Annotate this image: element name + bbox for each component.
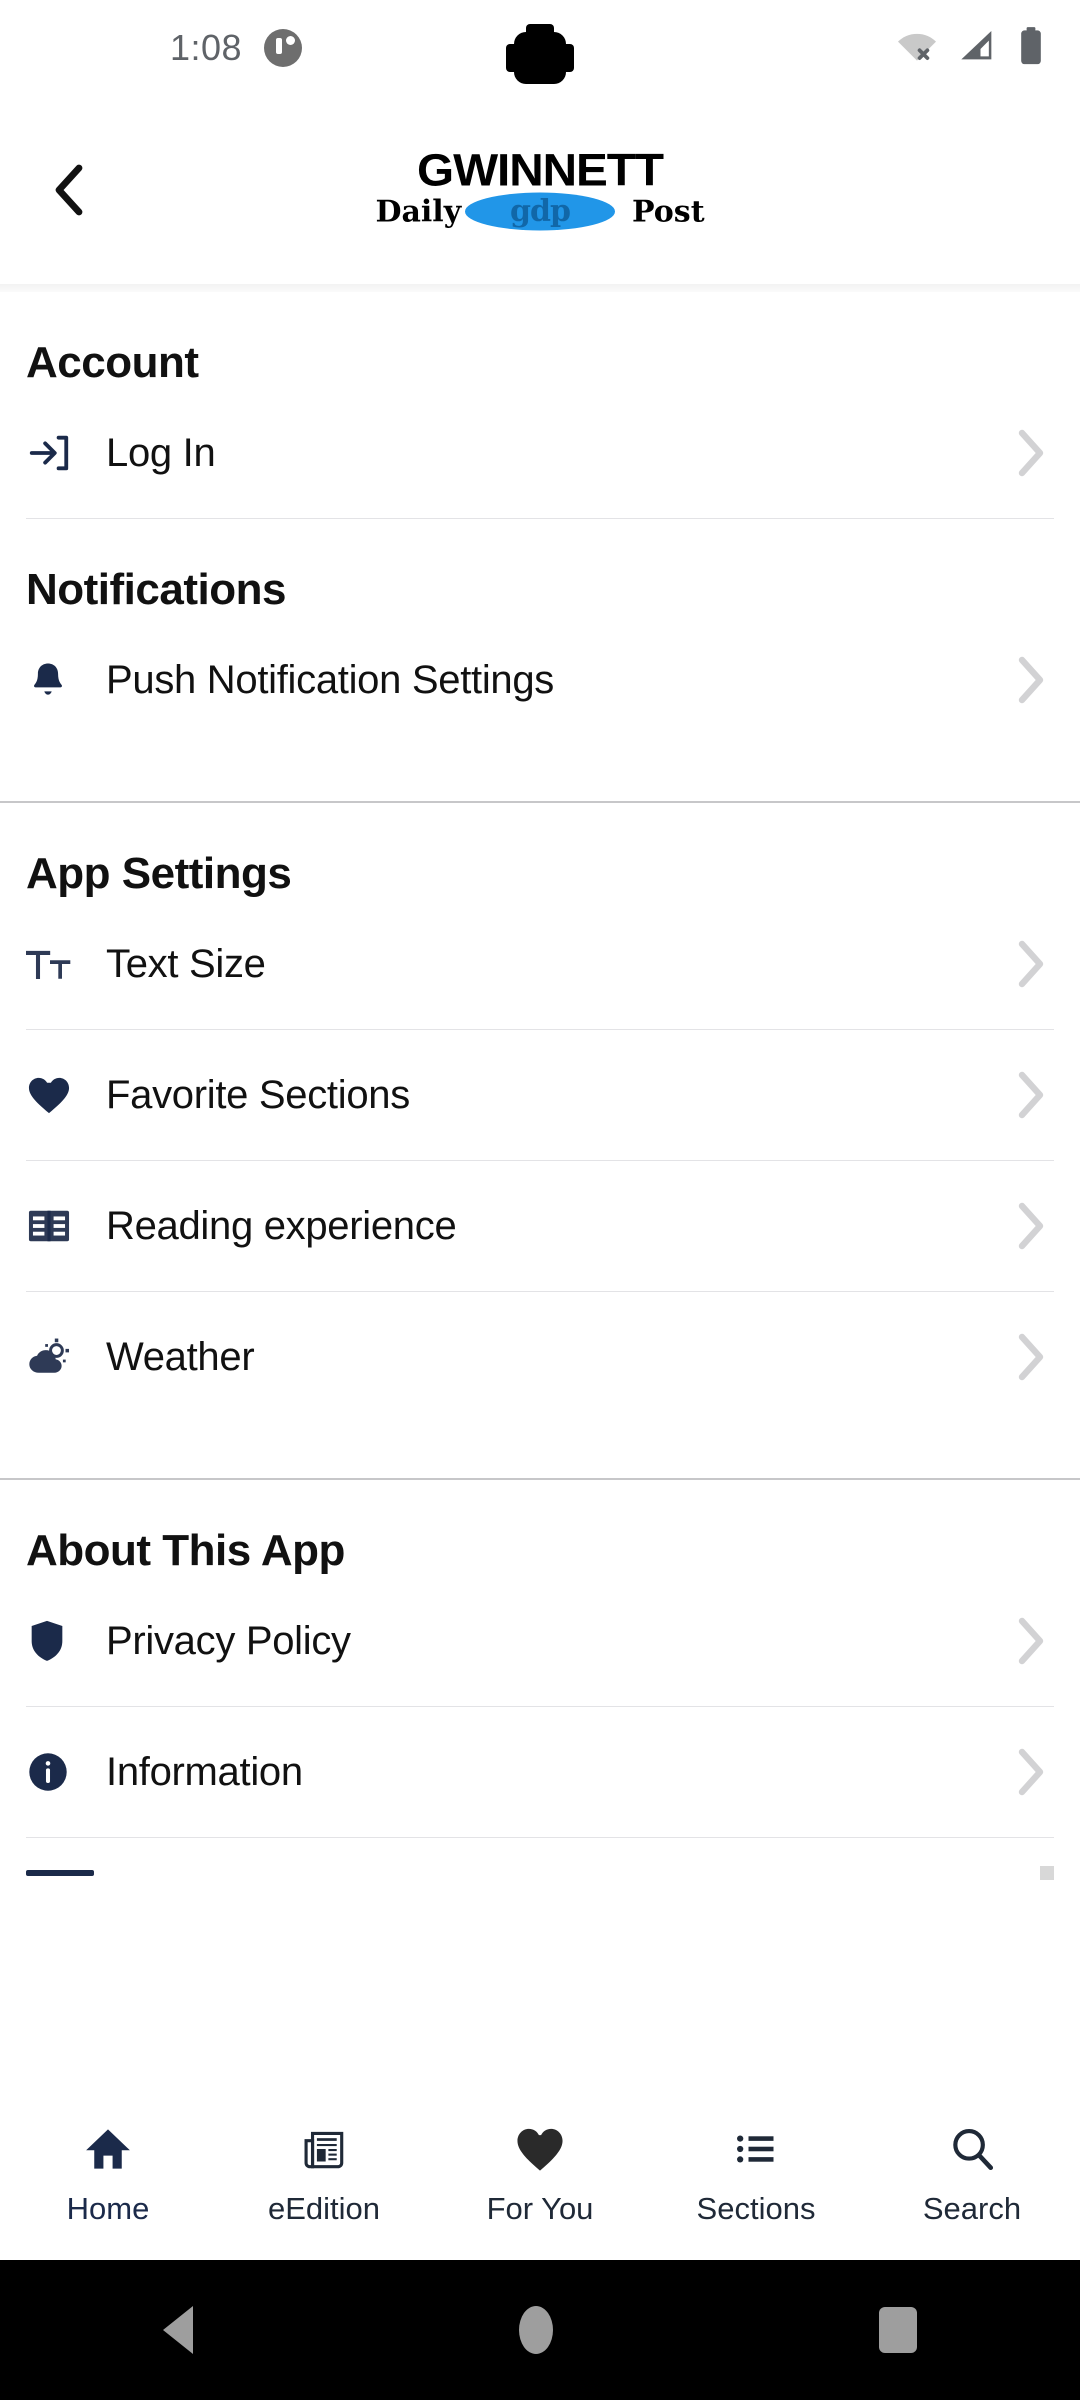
brand-logo[interactable]: GWINNETT Daily Post gdp xyxy=(375,148,705,233)
brand-logo-badge-text: gdp xyxy=(510,194,571,229)
brand-logo-script-left: Daily xyxy=(375,194,462,229)
settings-row-text-size[interactable]: Text Size xyxy=(26,899,1054,1029)
settings-row-label: Push Notification Settings xyxy=(106,657,555,702)
settings-row-partial[interactable] xyxy=(26,1838,1054,1908)
info-circle-icon xyxy=(26,1750,88,1794)
tab-label: Sections xyxy=(696,2191,816,2226)
bell-icon xyxy=(26,658,88,702)
heart-icon xyxy=(26,1074,88,1116)
settings-row-label: Reading experience xyxy=(106,1203,457,1248)
bottom-tab-bar: Home eEdition For You Sections Search xyxy=(0,2108,1080,2260)
tab-label: Search xyxy=(922,2191,1022,2226)
text-size-icon xyxy=(26,944,88,984)
partly-cloudy-icon xyxy=(26,1335,88,1379)
heart-icon xyxy=(514,2124,566,2179)
chevron-right-icon xyxy=(1008,1069,1054,1121)
tab-sections[interactable]: Sections xyxy=(656,2124,856,2227)
tab-label: Home xyxy=(66,2191,150,2226)
shield-icon xyxy=(26,1618,88,1664)
tab-label: For You xyxy=(486,2191,594,2226)
settings-scroll-area[interactable]: Account Log In Notifications Push Notifi… xyxy=(0,292,1080,2108)
tab-for-you[interactable]: For You xyxy=(440,2124,640,2227)
settings-row-label: Privacy Policy xyxy=(106,1618,351,1663)
app-screen: 1:08 GWINNETT Daily Post gdp Account Log… xyxy=(0,0,1080,2400)
tab-home[interactable]: Home xyxy=(8,2124,208,2227)
settings-row-log-in[interactable]: Log In xyxy=(26,388,1054,518)
status-bar: 1:08 xyxy=(0,0,1080,96)
chevron-right-icon xyxy=(1008,1746,1054,1798)
header-divider xyxy=(0,284,1080,292)
android-navigation-bar xyxy=(0,2260,1080,2400)
section-title-app-settings: App Settings xyxy=(26,849,292,898)
settings-row-label: Information xyxy=(106,1749,303,1794)
chevron-left-icon xyxy=(55,164,83,216)
list-icon xyxy=(730,2124,782,2179)
android-recents-icon[interactable] xyxy=(879,2307,917,2353)
chevron-right-icon xyxy=(1008,1200,1054,1252)
chevron-right-icon xyxy=(1008,1331,1054,1383)
tab-eedition[interactable]: eEdition xyxy=(224,2124,424,2227)
home-icon xyxy=(82,2124,134,2179)
battery-full-icon xyxy=(1018,26,1044,71)
scroll-indicator xyxy=(1040,1866,1054,1880)
settings-row-push-notification-settings[interactable]: Push Notification Settings xyxy=(26,615,1054,745)
brand-logo-subline: Daily Post gdp xyxy=(375,191,705,233)
android-home-icon[interactable] xyxy=(519,2306,553,2354)
status-bar-clock: 1:08 xyxy=(170,27,243,68)
brand-logo-script-right: Post xyxy=(632,194,705,229)
wifi-off-icon xyxy=(896,27,938,70)
chevron-right-icon xyxy=(1008,1615,1054,1667)
settings-row-label: Weather xyxy=(106,1334,255,1379)
newspaper-icon xyxy=(298,2124,350,2179)
settings-row-label: Log In xyxy=(106,430,216,475)
settings-row-favorite-sections[interactable]: Favorite Sections xyxy=(26,1030,1054,1160)
notification-badge-icon xyxy=(264,29,303,67)
search-icon xyxy=(946,2124,998,2179)
login-icon xyxy=(26,430,88,476)
tab-search[interactable]: Search xyxy=(872,2124,1072,2227)
settings-row-information[interactable]: Information xyxy=(26,1707,1054,1837)
article-book-icon xyxy=(26,1205,88,1247)
status-bar-right xyxy=(896,26,1080,71)
section-title-notifications: Notifications xyxy=(26,565,286,614)
settings-row-reading-experience[interactable]: Reading experience xyxy=(26,1161,1054,1291)
android-back-icon[interactable] xyxy=(163,2306,193,2354)
section-title-account: Account xyxy=(26,338,199,387)
chevron-right-icon xyxy=(1008,938,1054,990)
camera-punch-hole xyxy=(506,24,574,84)
status-bar-left: 1:08 xyxy=(0,27,303,69)
settings-row-weather[interactable]: Weather xyxy=(26,1292,1054,1422)
tab-label: eEdition xyxy=(267,2191,381,2226)
settings-row-label: Favorite Sections xyxy=(106,1072,410,1117)
partial-row-accent xyxy=(26,1870,94,1876)
app-header: GWINNETT Daily Post gdp xyxy=(0,96,1080,284)
settings-row-label: Text Size xyxy=(106,941,266,986)
brand-logo-wordmark: GWINNETT xyxy=(417,144,664,196)
cellular-signal-icon xyxy=(958,27,998,70)
section-title-about-this-app: About This App xyxy=(26,1526,345,1575)
chevron-right-icon xyxy=(1008,654,1054,706)
settings-row-privacy-policy[interactable]: Privacy Policy xyxy=(26,1576,1054,1706)
back-button[interactable] xyxy=(14,135,124,245)
chevron-right-icon xyxy=(1008,427,1054,479)
